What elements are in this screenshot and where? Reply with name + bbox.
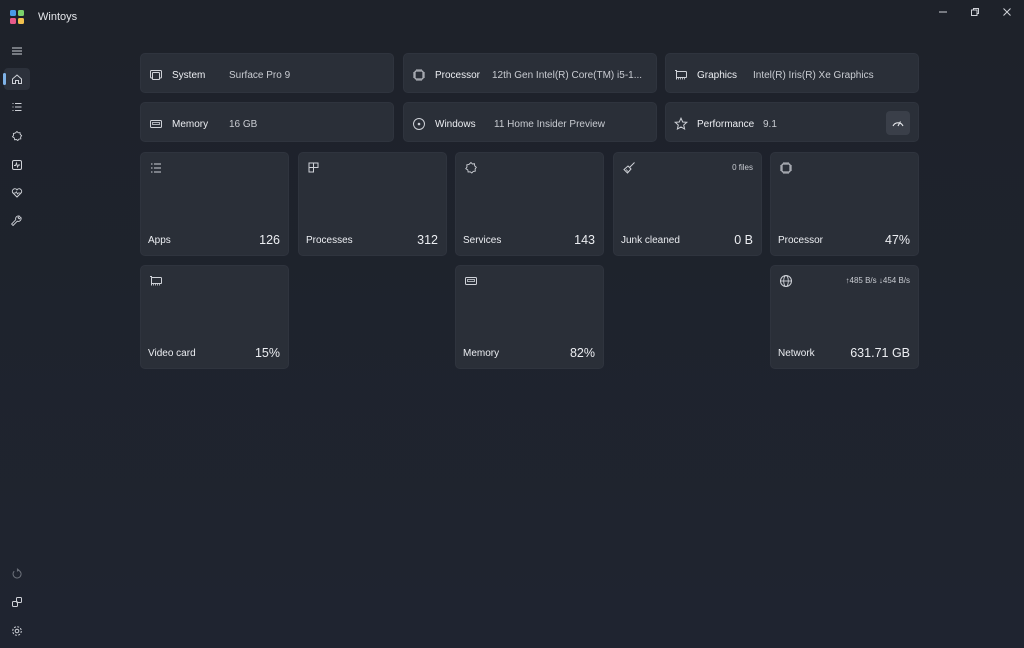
graphics-label: Graphics bbox=[697, 70, 738, 81]
sidebar-item-performance[interactable] bbox=[4, 182, 30, 204]
processor-info-card: Processor 12th Gen Intel(R) Core(TM) i5-… bbox=[403, 53, 657, 93]
services-gear-icon bbox=[11, 130, 23, 142]
sidebar-item-tools[interactable] bbox=[4, 210, 30, 232]
integrations-button[interactable] bbox=[4, 591, 30, 613]
graphics-value: Intel(R) Iris(R) Xe Graphics bbox=[753, 70, 874, 81]
services-tile-label: Services bbox=[463, 235, 502, 246]
system-value: Surface Pro 9 bbox=[229, 70, 291, 81]
integrations-icon bbox=[12, 597, 22, 607]
processor-label: Processor bbox=[435, 70, 481, 81]
title-bar: Wintoys bbox=[0, 0, 1024, 34]
memory-tile[interactable]: Memory 82% bbox=[455, 265, 604, 369]
memory-label: Memory bbox=[172, 119, 209, 130]
star-icon bbox=[674, 117, 688, 131]
services-tile-value: 143 bbox=[574, 233, 595, 247]
close-button[interactable] bbox=[990, 0, 1024, 24]
memory-tile-value: 82% bbox=[569, 346, 595, 360]
menu-toggle-button[interactable] bbox=[4, 40, 30, 62]
graphics-card-icon bbox=[150, 276, 162, 286]
memory-icon bbox=[150, 120, 162, 128]
heart-pulse-icon bbox=[11, 188, 23, 198]
processes-tile-label: Processes bbox=[306, 235, 353, 246]
app-logo bbox=[10, 10, 24, 24]
disc-icon bbox=[413, 118, 425, 130]
system-label: System bbox=[172, 70, 206, 81]
memory-icon bbox=[465, 277, 477, 285]
windows-label: Windows bbox=[435, 119, 476, 130]
junk-tile-label: Junk cleaned bbox=[621, 235, 680, 246]
network-tile[interactable]: ↑485 B/s ↓454 B/s Network 631.71 GB bbox=[770, 265, 919, 369]
window-title: Wintoys bbox=[38, 11, 78, 23]
junk-tile-value: 0 B bbox=[734, 233, 753, 247]
minimize-icon bbox=[939, 11, 947, 13]
app-window: Wintoys System Surface Pro 9 Processor 1… bbox=[0, 0, 1024, 648]
performance-value: 9.1 bbox=[763, 119, 777, 130]
network-speed: ↑485 B/s ↓454 B/s bbox=[845, 276, 910, 285]
sidebar bbox=[0, 34, 36, 648]
memory-info-card: Memory 16 GB bbox=[140, 102, 394, 142]
video-tile-value: 15% bbox=[254, 346, 280, 360]
refresh-button[interactable] bbox=[4, 563, 30, 585]
network-tile-value: 631.71 GB bbox=[850, 346, 910, 360]
cpu-chip-icon bbox=[780, 162, 792, 174]
graphics-card-icon bbox=[675, 70, 687, 80]
windows-value: 11 Home Insider Preview bbox=[494, 119, 605, 130]
hamburger-menu-icon bbox=[12, 47, 22, 55]
restore-button[interactable] bbox=[958, 0, 992, 24]
speedometer-icon bbox=[892, 121, 904, 127]
video-tile-label: Video card bbox=[148, 348, 196, 359]
apps-tile-label: Apps bbox=[148, 235, 171, 246]
apps-list-icon bbox=[151, 163, 161, 173]
apps-tile-value: 126 bbox=[259, 233, 280, 247]
processes-tile[interactable]: Processes 312 bbox=[298, 152, 447, 256]
cpu-chip-icon bbox=[413, 69, 425, 81]
processor-tile[interactable]: Processor 47% bbox=[770, 152, 919, 256]
services-tile[interactable]: Services 143 bbox=[455, 152, 604, 256]
home-icon bbox=[12, 74, 22, 84]
processor-tile-value: 47% bbox=[884, 233, 910, 247]
windows-info-card: Windows 11 Home Insider Preview bbox=[403, 102, 657, 142]
sidebar-item-home[interactable] bbox=[3, 68, 30, 90]
processor-value: 12th Gen Intel(R) Core(TM) i5-1... bbox=[492, 70, 643, 81]
sidebar-item-services[interactable] bbox=[4, 125, 30, 147]
processes-icon bbox=[308, 162, 319, 173]
restore-icon bbox=[971, 8, 979, 16]
network-tile-label: Network bbox=[778, 348, 815, 359]
sidebar-item-health[interactable] bbox=[4, 154, 30, 176]
wrench-icon bbox=[11, 215, 22, 227]
performance-label: Performance bbox=[697, 119, 755, 130]
services-gear-icon bbox=[465, 161, 477, 174]
health-monitor-icon bbox=[12, 160, 22, 170]
close-icon bbox=[1003, 8, 1011, 16]
processes-tile-value: 312 bbox=[417, 233, 438, 247]
junk-cleaned-tile[interactable]: 0 files Junk cleaned 0 B bbox=[613, 152, 762, 256]
memory-value: 16 GB bbox=[229, 119, 258, 130]
refresh-icon bbox=[12, 568, 22, 579]
apps-list-icon bbox=[12, 103, 22, 111]
performance-test-button[interactable] bbox=[886, 111, 910, 135]
sidebar-item-apps[interactable] bbox=[4, 96, 30, 118]
graphics-info-card: Graphics Intel(R) Iris(R) Xe Graphics bbox=[665, 53, 919, 93]
memory-tile-label: Memory bbox=[463, 348, 500, 359]
settings-button[interactable] bbox=[4, 620, 30, 642]
system-info-card: System Surface Pro 9 bbox=[140, 53, 394, 93]
broom-icon bbox=[623, 162, 635, 174]
computer-icon bbox=[150, 70, 162, 80]
apps-tile[interactable]: Apps 126 bbox=[140, 152, 289, 256]
settings-icon bbox=[12, 626, 22, 636]
minimize-button[interactable] bbox=[926, 0, 960, 24]
globe-icon bbox=[780, 275, 792, 287]
performance-info-card: Performance 9.1 bbox=[665, 102, 919, 142]
video-card-tile[interactable]: Video card 15% bbox=[140, 265, 289, 369]
junk-files-count: 0 files bbox=[732, 163, 753, 172]
processor-tile-label: Processor bbox=[778, 235, 824, 246]
